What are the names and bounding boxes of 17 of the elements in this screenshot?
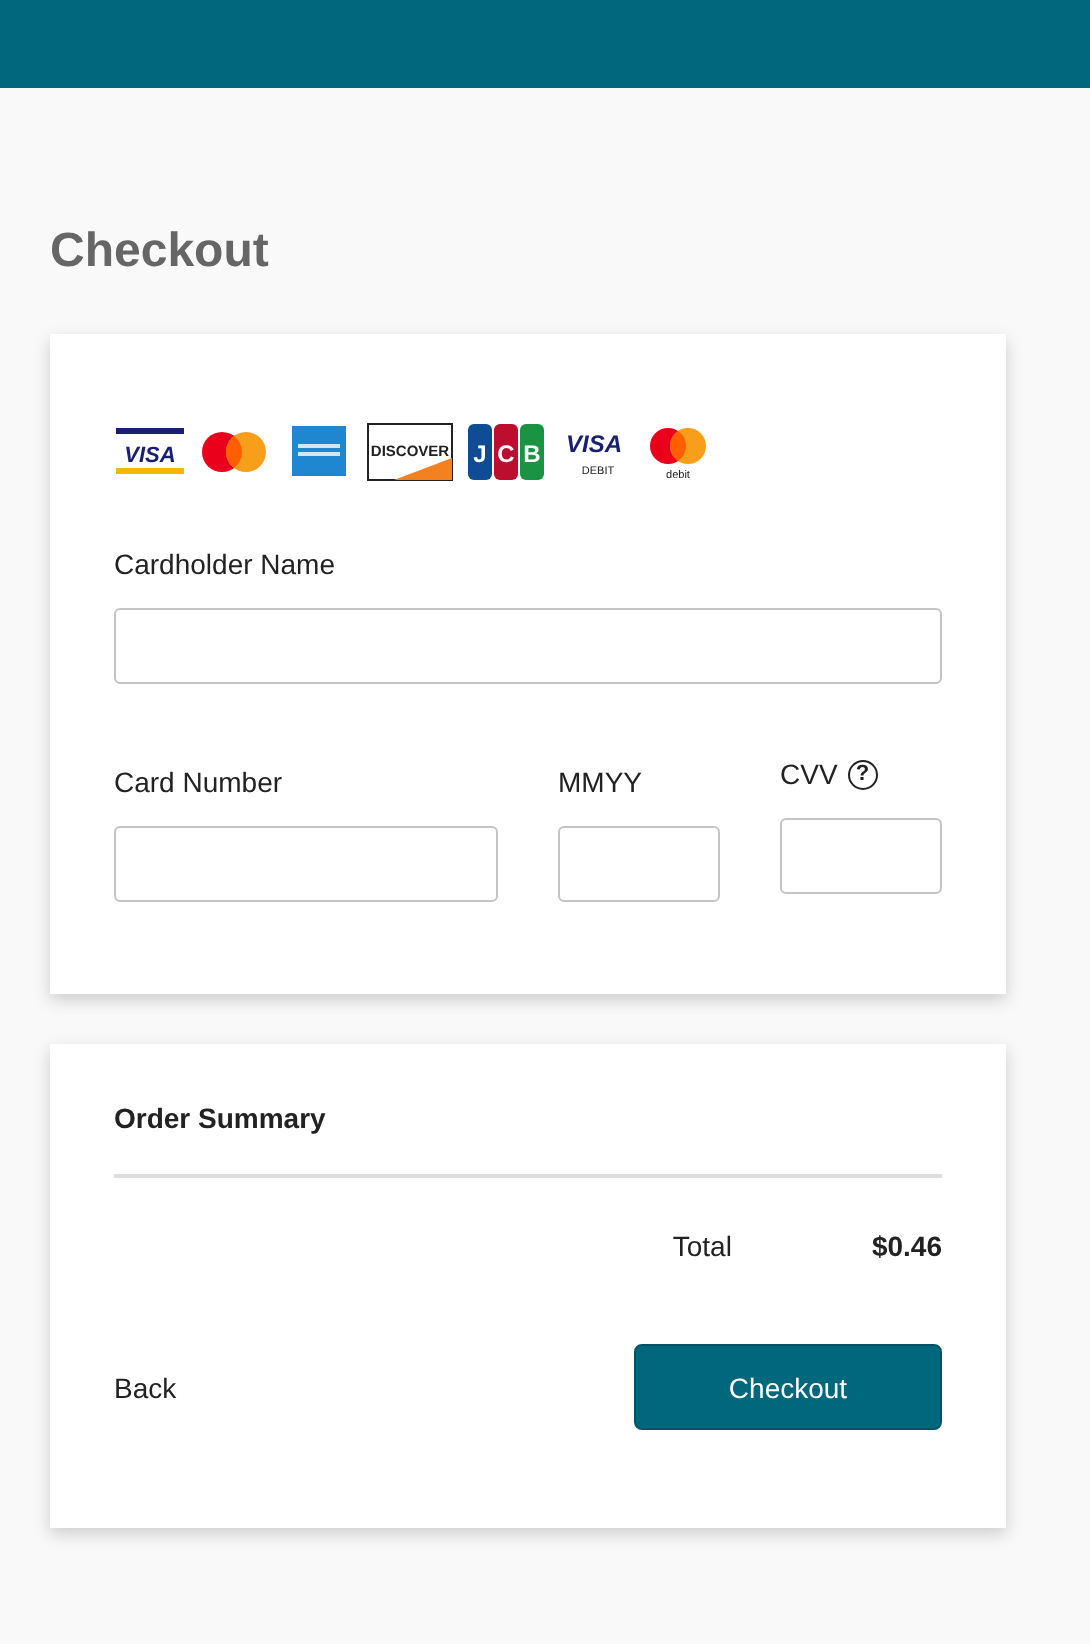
card-logo: J C B [466, 422, 546, 482]
cardholder-name-field[interactable] [114, 608, 942, 684]
total-label: Total [672, 1230, 732, 1262]
section-title: Order Summary [114, 1102, 326, 1134]
field-label: MMYY [558, 764, 642, 800]
cvv-field[interactable] [780, 818, 942, 894]
expiry-field[interactable] [558, 826, 720, 902]
card-logo: VISA [114, 422, 186, 482]
total-value: $0.46 [871, 1230, 942, 1262]
help-icon[interactable]: ? [847, 759, 878, 789]
field-label: Cardholder Name [114, 546, 335, 582]
card-number-field[interactable] [114, 826, 498, 902]
field-label: Card Number [114, 764, 283, 800]
page-title: Checkout [50, 224, 269, 280]
checkout-button[interactable]: Checkout [634, 1344, 942, 1430]
back-link[interactable]: Back [114, 1371, 177, 1403]
field-label: CVV [780, 756, 838, 792]
